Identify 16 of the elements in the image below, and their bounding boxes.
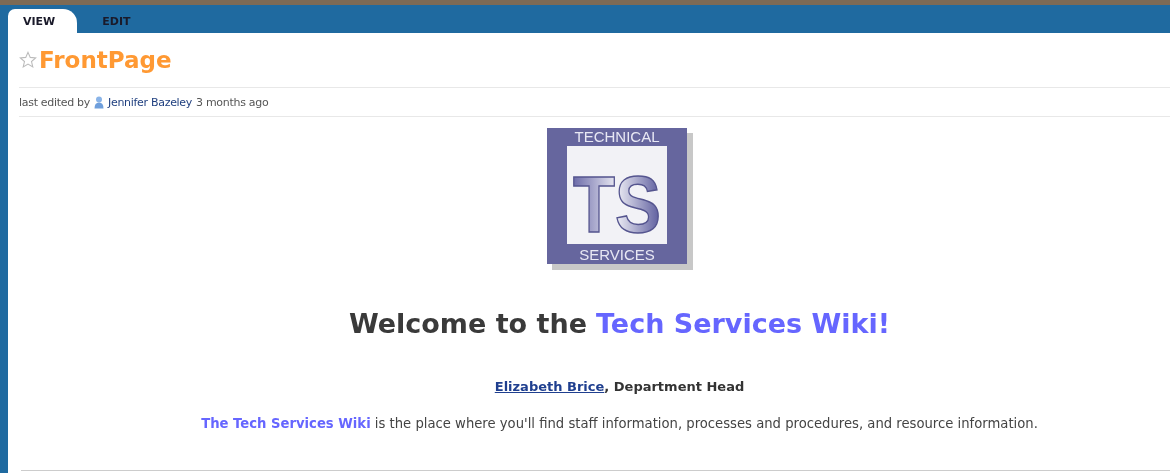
edit-time: 3 months ago	[196, 95, 269, 109]
intro-text: The Tech Services Wiki is the place where you'll find staff information, processes and procedures, and resource information.	[201, 416, 1038, 431]
logo-text: TECHNICAL	[574, 128, 659, 145]
author-link[interactable]: Jennifer Bazeley	[108, 95, 193, 109]
name-link[interactable]: Elizabeth Brice	[494, 379, 605, 394]
tab[interactable]: VIEW	[8, 9, 78, 33]
logo-text: SERVICES	[578, 246, 655, 263]
byline: Elizabeth Brice, Department Head	[494, 379, 745, 394]
logo-monogram: TS	[572, 160, 675, 249]
meta-label: last edited by	[19, 95, 90, 109]
star-icon[interactable]	[19, 51, 37, 69]
heading-text: Welcome to the	[348, 308, 587, 339]
user-icon	[94, 95, 104, 109]
wiki-link[interactable]: The Tech Services Wiki	[201, 416, 371, 431]
page-title: FrontPage	[39, 47, 172, 73]
heading-highlight: Tech Services Wiki!	[596, 308, 891, 339]
